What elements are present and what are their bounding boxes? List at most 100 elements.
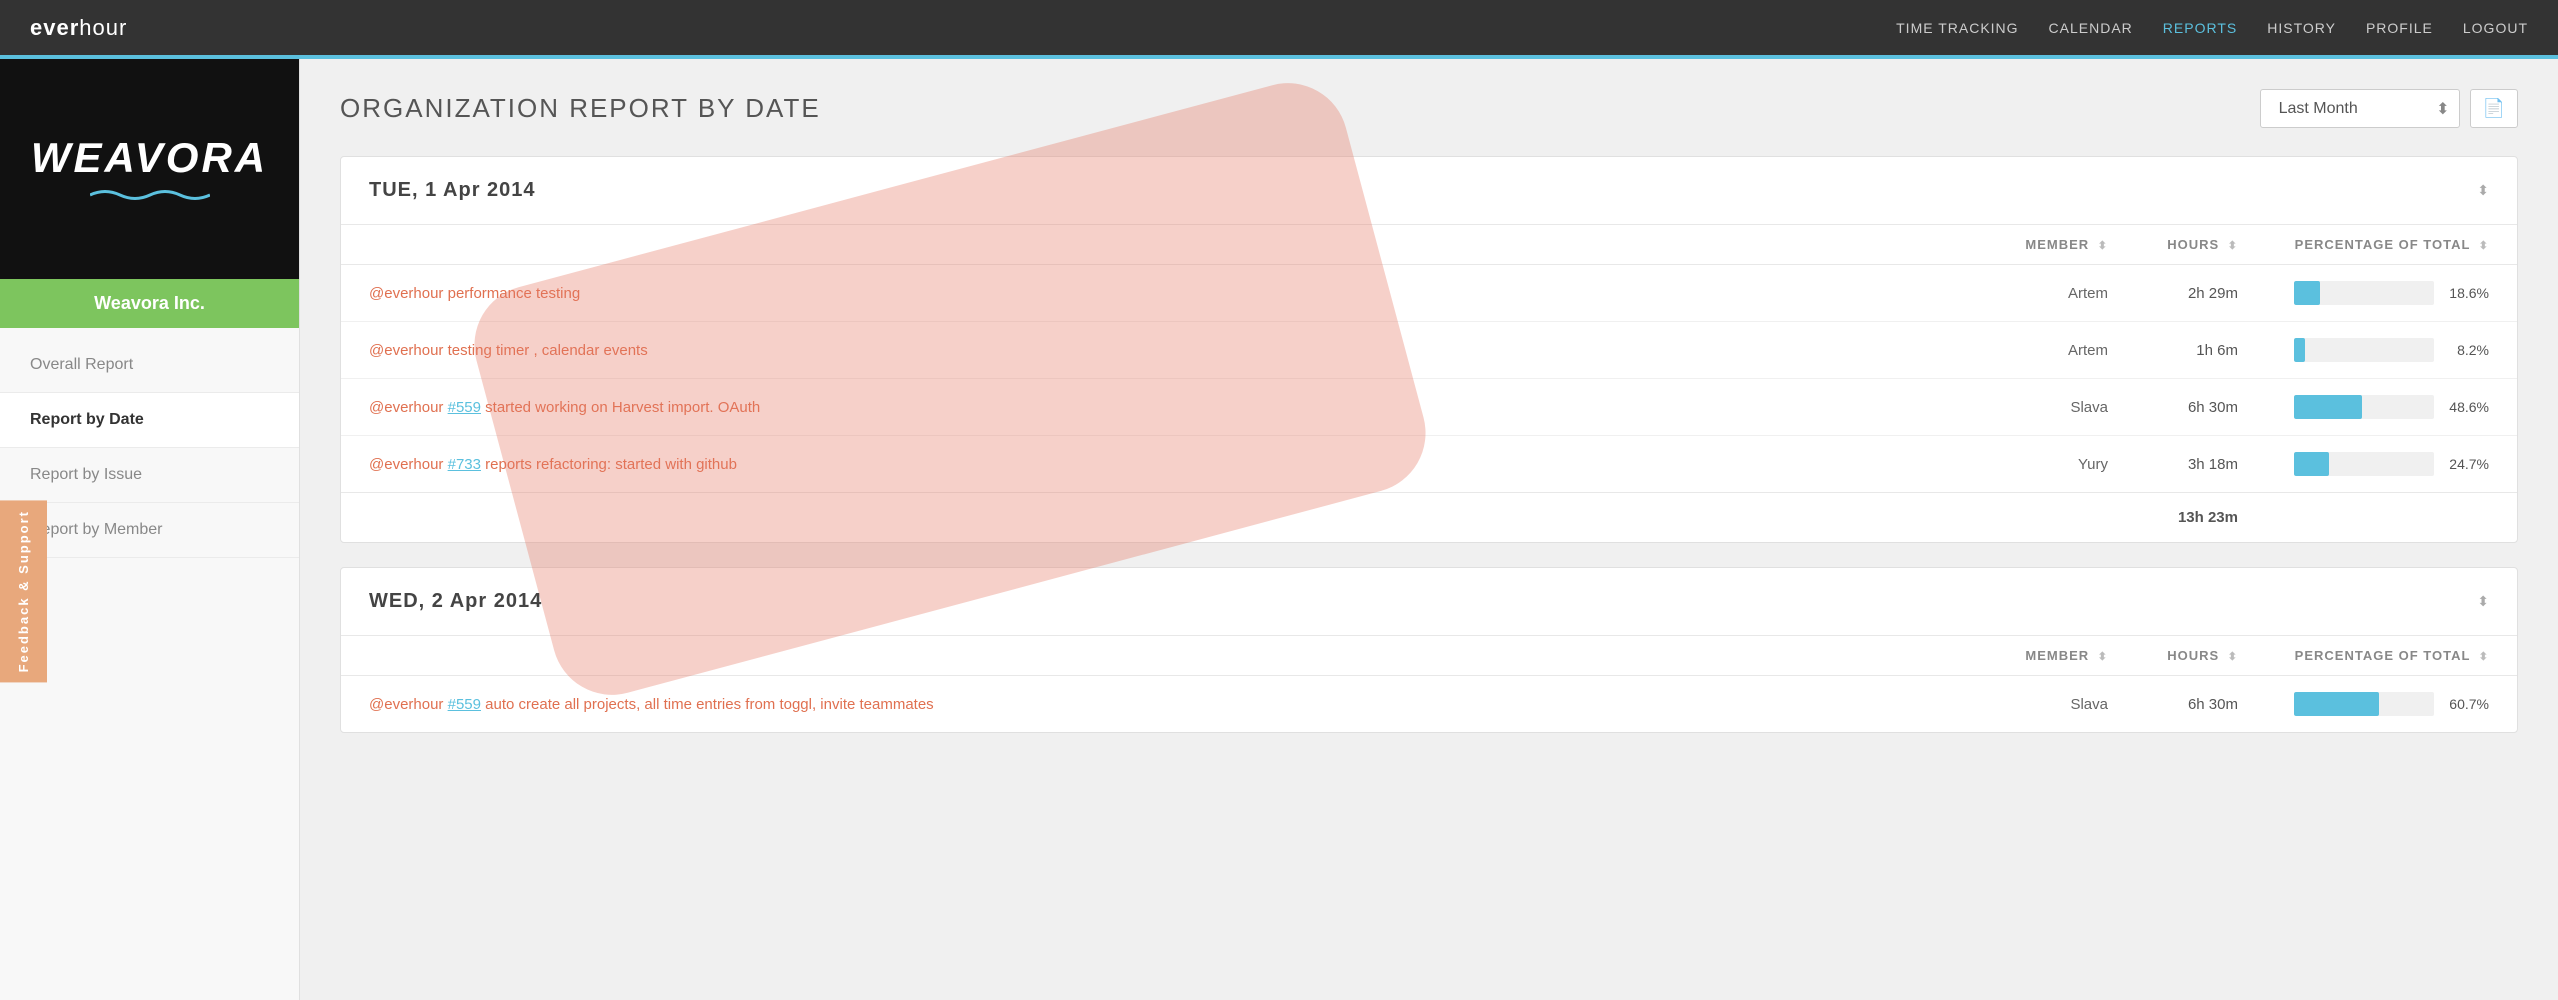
pct-bar-wrapper: 18.6% [2294, 281, 2489, 305]
feedback-label: Feedback & Support [16, 510, 31, 672]
page-header: ORGANIZATION REPORT BY DATE Last Month T… [340, 89, 2518, 128]
nav-time-tracking[interactable]: TIME TRACKING [1896, 20, 2018, 36]
date-select-wrapper: Last Month This Month Last Week This Wee… [2260, 89, 2460, 128]
nav-calendar[interactable]: CALENDAR [2049, 20, 2133, 36]
nav-history[interactable]: HISTORY [2267, 20, 2336, 36]
report-table-1: Member ⬍ Hours ⬍ Percentage of Total ⬍ [341, 225, 2517, 542]
company-name[interactable]: Weavora Inc. [0, 279, 299, 328]
entry-hours: 6h 30m [2136, 379, 2266, 436]
entry-description: @everhour #559 started working on Harves… [341, 379, 1976, 436]
member-sort-icon-2: ⬍ [2098, 651, 2108, 663]
report-section-header-1: TUE, 1 Apr 2014 ⬍ [341, 157, 2517, 225]
pct-sort-icon-2: ⬍ [2479, 651, 2489, 663]
date-filter-select[interactable]: Last Month This Month Last Week This Wee… [2260, 89, 2460, 128]
col-header-description-2 [341, 636, 1976, 676]
col-header-hours-2[interactable]: Hours ⬍ [2136, 636, 2266, 676]
top-navigation: everhour TIME TRACKING CALENDAR REPORTS … [0, 0, 2558, 55]
report-section-header-2: WED, 2 Apr 2014 ⬍ [341, 568, 2517, 636]
table-header-row-1: Member ⬍ Hours ⬍ Percentage of Total ⬍ [341, 225, 2517, 265]
nav-reports[interactable]: REPORTS [2163, 20, 2237, 36]
sidebar-item-overall-report[interactable]: Overall Report [0, 338, 299, 393]
pct-bar-fill [2294, 338, 2305, 362]
entry-member: Artem [1976, 265, 2136, 322]
entry-description: @everhour testing timer , calendar event… [341, 322, 1976, 379]
date-filter: Last Month This Month Last Week This Wee… [2260, 89, 2518, 128]
issue-link[interactable]: #559 [448, 696, 481, 713]
nav-logout[interactable]: LOGOUT [2463, 20, 2528, 36]
pct-bar-bg [2294, 395, 2434, 419]
entry-member: Yury [1976, 436, 2136, 493]
entry-pct: 48.6% [2266, 379, 2517, 436]
hours-sort-icon-2: ⬍ [2228, 651, 2238, 663]
project-at-label: @everhour [369, 342, 443, 359]
sidebar-item-report-by-date[interactable]: Report by Date [0, 393, 299, 448]
table-row: @everhour performance testing Artem 2h 2… [341, 265, 2517, 322]
entry-member: Slava [1976, 676, 2136, 733]
pct-sort-icon: ⬍ [2479, 240, 2489, 252]
total-hours: 13h 23m [2136, 493, 2266, 543]
project-at-label: @everhour [369, 696, 443, 713]
sidebar-logo-box: WeavoRa [0, 59, 299, 279]
pct-bar-bg [2294, 338, 2434, 362]
col-header-pct-2[interactable]: Percentage of Total ⬍ [2266, 636, 2517, 676]
weavora-logo: WeavoRa [31, 134, 268, 204]
pct-bar-bg [2294, 452, 2434, 476]
sort-icon-2[interactable]: ⬍ [2477, 593, 2489, 610]
col-header-member-1[interactable]: Member ⬍ [1976, 225, 2136, 265]
logo-text: everhour [30, 15, 127, 40]
report-date-2: WED, 2 Apr 2014 [369, 590, 542, 613]
entry-hours: 3h 18m [2136, 436, 2266, 493]
member-sort-icon: ⬍ [2098, 240, 2108, 252]
pct-value: 8.2% [2444, 342, 2489, 358]
pct-value: 48.6% [2444, 399, 2489, 415]
issue-link[interactable]: #559 [448, 399, 481, 416]
total-spacer [341, 493, 2136, 543]
col-header-hours-1[interactable]: Hours ⬍ [2136, 225, 2266, 265]
entry-member: Artem [1976, 322, 2136, 379]
entry-pct: 8.2% [2266, 322, 2517, 379]
table-header-row-2: Member ⬍ Hours ⬍ Percentage of Total ⬍ [341, 636, 2517, 676]
table-row: @everhour #559 started working on Harves… [341, 379, 2517, 436]
feedback-support-tab[interactable]: Feedback & Support [0, 500, 47, 682]
page-title: ORGANIZATION REPORT BY DATE [340, 93, 821, 124]
pct-value: 24.7% [2444, 456, 2489, 472]
weavora-text: WeavoRa [31, 134, 268, 181]
col-header-pct-1[interactable]: Percentage of Total ⬍ [2266, 225, 2517, 265]
pct-bar-fill [2294, 281, 2320, 305]
pct-bar-wrapper: 60.7% [2294, 692, 2489, 716]
app-logo: everhour [30, 15, 127, 41]
pct-bar-bg [2294, 692, 2434, 716]
pct-bar-bg [2294, 281, 2434, 305]
pct-bar-wrapper: 24.7% [2294, 452, 2489, 476]
nav-profile[interactable]: PROFILE [2366, 20, 2433, 36]
project-at-label: @everhour [369, 399, 443, 416]
entry-description: @everhour performance testing [341, 265, 1976, 322]
entry-pct: 24.7% [2266, 436, 2517, 493]
pct-bar-fill [2294, 395, 2362, 419]
entry-description: @everhour #559 auto create all projects,… [341, 676, 1976, 733]
sidebar-item-report-by-issue[interactable]: Report by Issue [0, 448, 299, 503]
entry-pct: 18.6% [2266, 265, 2517, 322]
total-pct-spacer [2266, 493, 2517, 543]
table-row: @everhour #733 reports refactoring: star… [341, 436, 2517, 493]
col-header-description-1 [341, 225, 1976, 265]
pct-bar-wrapper: 48.6% [2294, 395, 2489, 419]
pct-bar-fill [2294, 452, 2329, 476]
export-button[interactable]: 📄 [2470, 89, 2518, 128]
issue-link[interactable]: #733 [448, 456, 481, 473]
report-section-2: WED, 2 Apr 2014 ⬍ Member ⬍ Hours ⬍ Per [340, 567, 2518, 733]
report-section-1: TUE, 1 Apr 2014 ⬍ Member ⬍ Hours ⬍ Per [340, 156, 2518, 543]
pct-value: 18.6% [2444, 285, 2489, 301]
entry-description: @everhour #733 reports refactoring: star… [341, 436, 1976, 493]
table-row: @everhour #559 auto create all projects,… [341, 676, 2517, 733]
pct-value: 60.7% [2444, 696, 2489, 712]
report-table-2: Member ⬍ Hours ⬍ Percentage of Total ⬍ [341, 636, 2517, 732]
entry-member: Slava [1976, 379, 2136, 436]
entry-hours: 2h 29m [2136, 265, 2266, 322]
pct-bar-wrapper: 8.2% [2294, 338, 2489, 362]
col-header-member-2[interactable]: Member ⬍ [1976, 636, 2136, 676]
nav-links: TIME TRACKING CALENDAR REPORTS HISTORY P… [1896, 20, 2528, 36]
entry-hours: 6h 30m [2136, 676, 2266, 733]
export-icon: 📄 [2483, 98, 2505, 118]
sort-icon-1[interactable]: ⬍ [2477, 182, 2489, 199]
